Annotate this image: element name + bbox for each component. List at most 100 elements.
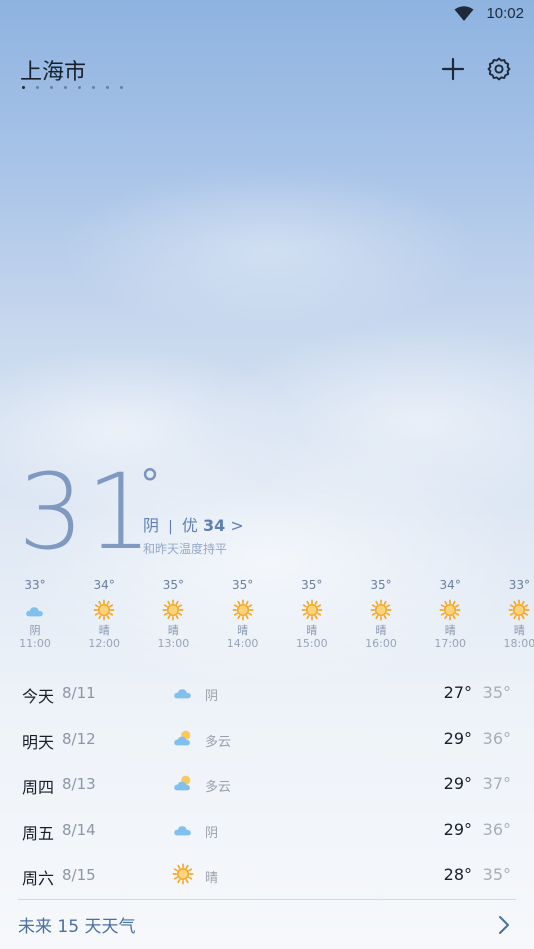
- city-name[interactable]: 上海市: [20, 54, 86, 86]
- daily-row[interactable]: 明天 8/12 多云 29° 36°: [0, 716, 534, 761]
- add-city-button[interactable]: [440, 56, 466, 82]
- hour-temperature: 35°: [231, 578, 254, 592]
- partly-cloudy-icon: [174, 775, 191, 791]
- settings-gear-icon[interactable]: [486, 56, 512, 82]
- hour-temperature: 33°: [508, 578, 531, 592]
- aqi-value: 34: [203, 516, 226, 535]
- cloud-icon: [26, 607, 43, 617]
- day-high-temperature: 35°: [482, 683, 511, 702]
- day-condition: 阴: [205, 689, 219, 704]
- sun-icon: [232, 599, 254, 621]
- hour-condition: 阴: [29, 624, 41, 637]
- day-name: 今天: [22, 687, 55, 706]
- condition-aqi-link[interactable]: 阴 | 优 34 >: [143, 512, 244, 536]
- hourly-item: 35° 晴 15:00: [287, 578, 337, 650]
- hour-condition: 晴: [513, 624, 525, 637]
- hour-time: 15:00: [295, 637, 328, 650]
- hourly-item: 35° 晴 13:00: [148, 578, 198, 650]
- day-name: 周六: [22, 869, 55, 888]
- daily-row[interactable]: 周六 8/15 晴 28° 35°: [0, 852, 534, 897]
- daily-row[interactable]: 周五 8/14 阴 29° 36°: [0, 807, 534, 852]
- day-condition: 晴: [205, 871, 219, 886]
- sun-icon: [93, 599, 115, 621]
- hour-temperature: 34°: [93, 578, 115, 592]
- day-date: 8/11: [62, 684, 96, 702]
- aqi-label: 优: [181, 516, 198, 535]
- sun-icon: [162, 599, 184, 621]
- hour-temperature: 33°: [24, 578, 46, 592]
- day-high-temperature: 37°: [482, 774, 511, 793]
- page-dot: [50, 86, 53, 89]
- page-dot: [92, 86, 95, 89]
- partly-cloudy-icon: [174, 730, 191, 745]
- hourly-item: 33° 阴 11:00: [10, 578, 60, 650]
- page-dot: [106, 86, 109, 89]
- hour-condition: 晴: [306, 624, 318, 637]
- hour-condition: 晴: [167, 624, 179, 637]
- sun-icon: [301, 599, 323, 621]
- status-bar: 10:02: [0, 0, 534, 28]
- header: 上海市: [20, 50, 520, 90]
- daily-row[interactable]: 周四 8/13 多云 29° 37°: [0, 761, 534, 806]
- day-high-temperature: 35°: [482, 865, 511, 884]
- cloud-icon: [174, 825, 191, 835]
- hourly-item: 33° 晴 18:00: [494, 578, 534, 650]
- day-condition: 多云: [205, 780, 232, 795]
- chevron-right-icon: >: [230, 516, 244, 535]
- hour-condition: 晴: [375, 624, 387, 637]
- wifi-icon: [454, 6, 474, 21]
- separator: |: [168, 519, 173, 535]
- hourly-forecast[interactable]: 33° 阴 11:00 34° 晴 12:00 35° 晴 13:00 35° 晴 14:00 35° 晴…: [0, 578, 534, 658]
- hourly-item: 35° 晴 14:00: [218, 578, 268, 650]
- hour-time: 16:00: [365, 637, 397, 650]
- day-name: 周五: [22, 823, 55, 843]
- hour-time: 17:00: [434, 637, 467, 650]
- day-low-temperature: 28°: [443, 865, 472, 884]
- daily-row[interactable]: 今天 8/11 阴 27° 35°: [0, 670, 534, 715]
- sun-icon: [439, 599, 461, 621]
- hour-time: 12:00: [88, 637, 121, 650]
- page-dot: [64, 86, 67, 89]
- day-name: 周四: [22, 778, 55, 797]
- hour-condition: 晴: [98, 624, 110, 637]
- hour-temperature: 35°: [370, 578, 392, 592]
- chevron-right-icon[interactable]: [496, 914, 512, 936]
- day-condition: 多云: [205, 734, 232, 750]
- day-date: 8/13: [62, 775, 96, 793]
- page-indicator: [22, 86, 123, 89]
- hourly-item: 35° 晴 16:00: [356, 578, 406, 650]
- hour-time: 13:00: [157, 637, 190, 650]
- page-dot: [36, 86, 39, 89]
- hour-time: 14:00: [226, 637, 259, 650]
- divider: [18, 899, 516, 900]
- current-condition: 阴: [143, 516, 160, 535]
- cloud-icon: [174, 689, 191, 699]
- hour-condition: 晴: [444, 624, 456, 637]
- hour-temperature: 34°: [439, 578, 461, 592]
- sun-icon: [370, 599, 392, 621]
- hourly-item: 34° 晴 12:00: [79, 578, 129, 650]
- page-dot: [120, 86, 123, 89]
- day-low-temperature: 29°: [443, 819, 472, 839]
- day-high-temperature: 36°: [482, 819, 511, 839]
- day-low-temperature: 29°: [443, 728, 472, 748]
- sun-icon: [508, 599, 530, 621]
- day-name: 明天: [22, 732, 55, 752]
- sun-icon: [172, 863, 194, 885]
- day-condition: 阴: [205, 825, 219, 841]
- page-dot: [78, 86, 81, 89]
- current-temperature: 31: [18, 451, 155, 573]
- day-date: 8/14: [62, 820, 96, 839]
- hour-time: 11:00: [19, 637, 51, 650]
- temperature-comparison: 和昨天温度持平: [143, 542, 228, 556]
- fifteen-day-forecast-link[interactable]: 未来 15 天天气: [18, 912, 135, 937]
- day-low-temperature: 29°: [443, 774, 472, 793]
- day-date: 8/15: [62, 866, 96, 884]
- page-dot: [22, 86, 25, 89]
- hour-time: 18:00: [503, 637, 534, 650]
- hourly-item: 34° 晴 17:00: [425, 578, 475, 650]
- status-time: 10:02: [486, 5, 524, 22]
- degree-sign: °: [140, 462, 160, 508]
- day-high-temperature: 36°: [482, 728, 511, 748]
- day-date: 8/12: [62, 729, 96, 748]
